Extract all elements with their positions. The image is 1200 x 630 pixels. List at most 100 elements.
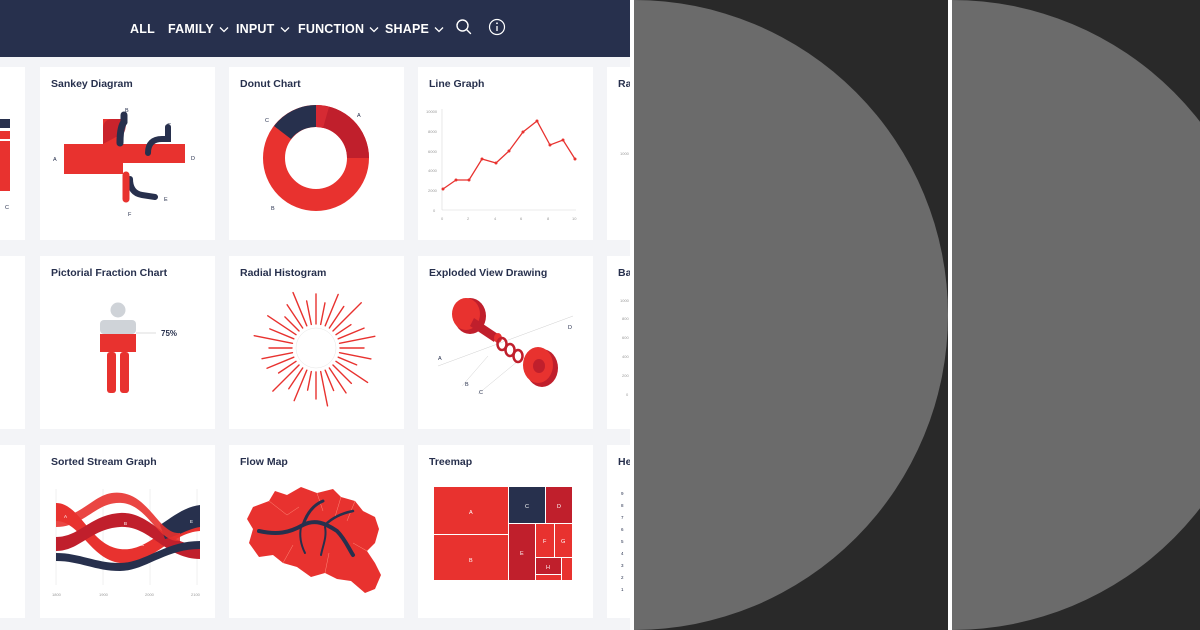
line-y-tick: 2000 [428, 188, 438, 193]
donut-label-c: C [265, 118, 269, 124]
nav-function-dropdown[interactable]: FUNCTION [298, 20, 379, 38]
partial-thumbnail: 1000 800 600 400 200 0 [620, 298, 630, 397]
sankey-thumbnail: B C A D E F [53, 108, 195, 218]
card-partial-right[interactable]: Ra 1000 [607, 67, 630, 240]
partial-y-tick: 1 [621, 587, 624, 592]
partial-y-tick: 200 [622, 373, 629, 378]
card-sorted-stream-graph[interactable]: Sorted Stream Graph A B C D E 1800 1900 … [40, 445, 215, 618]
sankey-label-e: E [164, 197, 168, 203]
card-pictorial-fraction-chart[interactable]: Pictorial Fraction Chart 75% [40, 256, 215, 429]
chart-card-partial[interactable] [0, 256, 25, 429]
partial-y-tick: 3 [621, 563, 624, 568]
partial-thumbnail: 1000 [620, 151, 630, 156]
radial-bar [261, 351, 294, 360]
card-line-graph[interactable]: Line Graph 10000 8000 6000 4000 2000 0 0… [418, 67, 593, 240]
nav-input-dropdown[interactable]: INPUT [236, 20, 290, 38]
sankey-label-f: F [128, 212, 132, 218]
donut-label-b: B [271, 206, 275, 212]
treemap-label-d: D [557, 504, 561, 510]
chart-gallery-page: C Sankey Diagram B C A D E F Donut Chart… [0, 0, 630, 630]
flow-map-thumbnail [247, 487, 381, 593]
info-icon[interactable] [488, 18, 506, 36]
partial-y-tick: 8 [621, 503, 624, 508]
card-treemap[interactable]: Treemap A B C D E F G H [418, 445, 593, 618]
radial-bar [338, 351, 372, 360]
partial-y-tick: 0 [626, 392, 629, 397]
radial-bar [286, 304, 304, 329]
stream-label-b: B [124, 521, 127, 526]
radial-inner-ring [295, 327, 337, 369]
card-sankey-diagram[interactable]: Sankey Diagram B C A D E F [40, 67, 215, 240]
treemap-label-e: E [520, 551, 524, 557]
top-navigation-bar: ALL FAMILY INPUT FUNCTION SHAPE [0, 0, 630, 57]
partial-y-tick: 600 [622, 335, 629, 340]
partial-thumbnail: 9 8 7 6 5 4 3 2 1 [621, 491, 624, 592]
partial-y-tick: 400 [622, 354, 629, 359]
partial-y-tick: 4 [621, 551, 624, 556]
donut-label-a: A [357, 113, 361, 119]
half-circle-shape [952, 0, 1200, 630]
radial-bar [338, 335, 376, 345]
dark-panel-left [634, 0, 948, 630]
screenshot: C Sankey Diagram B C A D E F Donut Chart… [0, 0, 1200, 630]
radial-bar [328, 367, 347, 394]
chart-card-partial[interactable] [0, 445, 25, 618]
radial-bar [305, 300, 313, 326]
partial-y-tick: 1000 [620, 151, 630, 156]
radial-bar [324, 293, 339, 327]
line-x-tick: 8 [547, 216, 550, 221]
nav-input-label: INPUT [236, 22, 275, 36]
edge-label: C [5, 205, 9, 211]
partial-y-tick: 1000 [620, 298, 630, 303]
nav-all[interactable]: ALL [130, 20, 155, 38]
line-y-tick: 4000 [428, 168, 438, 173]
half-circle-shape [634, 0, 948, 630]
card-donut-chart[interactable]: Donut Chart A B C [229, 67, 404, 240]
chevron-down-icon [369, 26, 379, 32]
chevron-down-icon [434, 26, 444, 32]
nav-shape-label: SHAPE [385, 22, 430, 36]
line-x-tick: 2 [467, 216, 470, 221]
stream-x-tick: 2100 [191, 592, 201, 597]
partial-y-tick: 800 [622, 316, 629, 321]
nav-all-label: ALL [130, 22, 155, 36]
card-radial-histogram[interactable]: Radial Histogram [229, 256, 404, 429]
treemap-label-c: C [525, 504, 529, 510]
stream-x-tick: 1900 [99, 592, 109, 597]
sorted-stream-thumbnail: A B C D E 1800 1900 2000 2100 [52, 489, 201, 597]
chevron-down-icon [219, 26, 229, 32]
exploded-label-a: A [438, 356, 442, 362]
donut-thumbnail: A B C [263, 105, 369, 212]
dark-panel-right [952, 0, 1200, 630]
treemap-label-b: B [469, 558, 473, 564]
radial-bar [337, 327, 365, 340]
fraction-value-label: 75% [161, 329, 177, 338]
line-y-tick: 6000 [428, 149, 438, 154]
card-exploded-view-drawing[interactable]: Exploded View Drawing A B C D [418, 256, 593, 429]
stream-x-tick: 2000 [145, 592, 155, 597]
line-x-tick: 0 [441, 216, 444, 221]
sankey-label-c: C [167, 123, 171, 129]
chart-card-partial[interactable]: C [0, 67, 25, 240]
stream-label-d: D [183, 503, 187, 508]
radial-histogram-thumbnail [253, 291, 376, 407]
partial-y-tick: 9 [621, 491, 624, 496]
exploded-label-c: C [479, 390, 483, 396]
stream-x-tick: 1800 [52, 592, 62, 597]
nav-family-dropdown[interactable]: FAMILY [168, 20, 229, 38]
radial-bar [319, 370, 329, 407]
treemap-thumbnail: A B C D E F G H [434, 487, 572, 580]
card-partial-right[interactable]: He 9 8 7 6 5 4 3 2 1 [607, 445, 630, 618]
pictorial-fraction-thumbnail: 75% [100, 302, 177, 393]
card-flow-map[interactable]: Flow Map [229, 445, 404, 618]
nav-family-label: FAMILY [168, 22, 214, 36]
search-icon[interactable] [455, 18, 473, 36]
sankey-label-d: D [191, 156, 195, 162]
nav-shape-dropdown[interactable]: SHAPE [385, 20, 444, 38]
line-x-tick: 10 [572, 216, 577, 221]
radial-bar [293, 369, 308, 402]
card-partial-right[interactable]: Ba 1000 800 600 400 200 0 [607, 256, 630, 429]
radial-bar [319, 302, 326, 326]
line-graph-thumbnail: 10000 8000 6000 4000 2000 0 0 2 4 6 8 10 [426, 109, 577, 221]
radial-bar [332, 364, 353, 385]
